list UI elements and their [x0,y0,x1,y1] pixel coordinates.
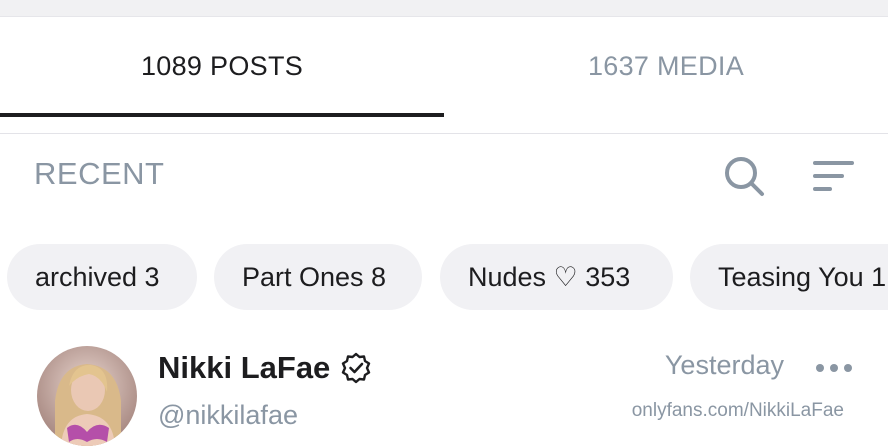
chip-teasing-you[interactable]: Teasing You 1 [690,244,888,310]
more-dots-icon [816,364,852,372]
verified-badge [340,352,372,384]
author-handle[interactable]: @nikkilafae [158,400,298,431]
chip-nudes[interactable]: Nudes ♡ 353 [440,244,673,310]
sort-bar: RECENT [0,140,888,210]
search-icon [725,157,764,196]
post-header: Nikki LaFae @nikkilafae Yesterday onlyfa… [0,330,888,446]
watermark-text: onlyfans.com/NikkiLaFae [631,400,844,421]
chip-archived[interactable]: archived 3 [7,244,197,310]
verified-badge-icon [341,352,371,384]
filter-button[interactable] [812,158,856,194]
avatar-image [37,346,137,446]
post-timestamp: Yesterday [664,350,784,380]
active-tab-indicator [0,113,444,117]
more-options-button[interactable] [814,356,854,380]
avatar[interactable] [37,346,137,446]
profile-tabs: 1089 POSTS 1637 MEDIA [0,16,888,134]
author-name[interactable]: Nikki LaFae [158,350,330,386]
tab-media[interactable]: 1637 MEDIA [444,16,888,116]
tabs-divider [0,133,888,134]
sort-order-label[interactable]: RECENT [34,156,164,192]
tab-posts[interactable]: 1089 POSTS [0,16,444,116]
chip-part-ones[interactable]: Part Ones 8 [214,244,422,310]
collection-chips: archived 3 Part Ones 8 Nudes ♡ 353 Teasi… [0,244,888,310]
top-strip [0,0,888,17]
filter-lines-icon [813,161,854,191]
search-button[interactable] [722,154,766,198]
